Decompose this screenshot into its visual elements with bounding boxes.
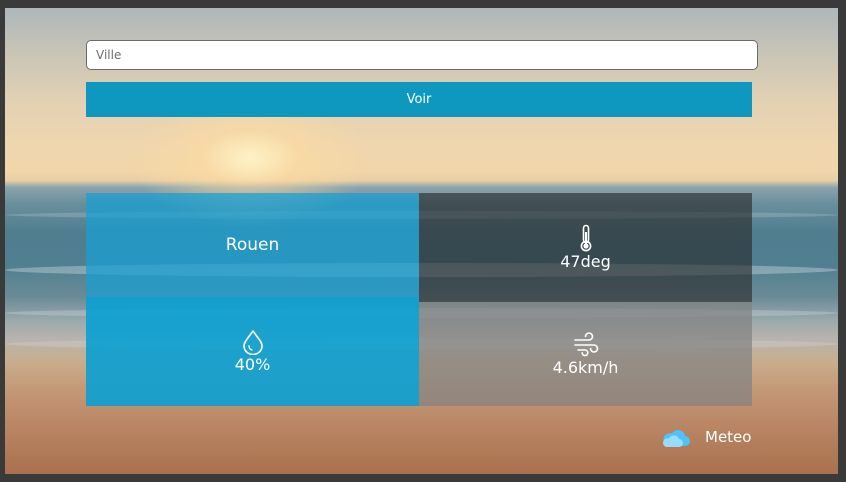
wind-icon xyxy=(573,331,598,356)
app-window: Voir Rouen 47deg 40% 4.6km/h Me xyxy=(5,8,838,474)
temperature-tile: 47deg xyxy=(419,193,752,302)
humidity-tile: 40% xyxy=(86,297,419,406)
city-tile: Rouen xyxy=(86,193,419,297)
wind-value: 4.6km/h xyxy=(552,357,619,377)
wind-tile: 4.6km/h xyxy=(419,302,752,406)
thermometer-icon xyxy=(580,224,591,252)
city-name: Rouen xyxy=(225,235,280,255)
submit-button[interactable]: Voir xyxy=(86,82,752,117)
humidity-value: 40% xyxy=(234,355,271,374)
brand: Meteo xyxy=(661,426,751,448)
brand-label: Meteo xyxy=(705,428,752,446)
temperature-value: 47deg xyxy=(560,252,611,271)
water-drop-icon xyxy=(242,330,263,355)
cloud-icon xyxy=(662,429,690,447)
city-search-input[interactable] xyxy=(86,40,758,70)
